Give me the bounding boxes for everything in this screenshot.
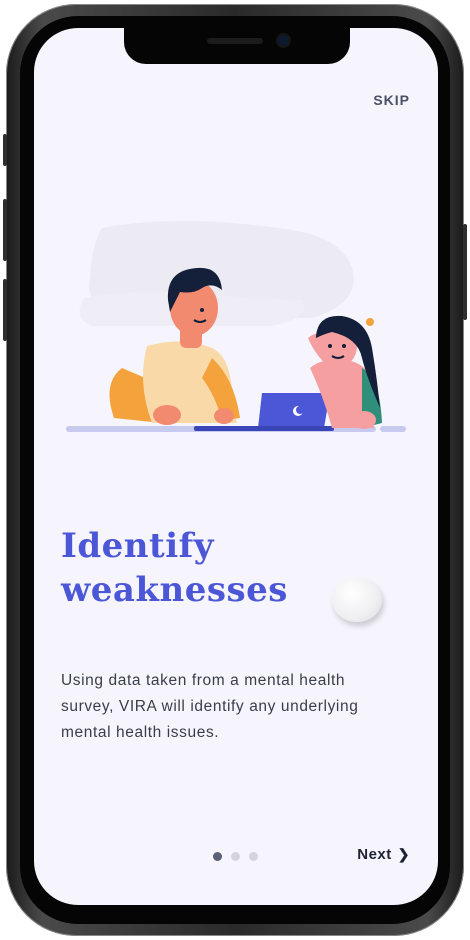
title-line-1: Identify <box>61 526 215 566</box>
next-label: Next <box>357 846 392 863</box>
speaker-grille <box>207 38 263 44</box>
notch <box>124 28 350 64</box>
onboarding-screen: SKIP Identify weaknesses Using data take… <box>34 28 438 905</box>
power-button <box>463 224 467 320</box>
decorative-bubble <box>332 578 382 622</box>
title-line-2: weaknesses <box>61 570 288 610</box>
page-dot-3[interactable] <box>249 852 258 861</box>
page-dot-1[interactable] <box>213 852 222 861</box>
next-button[interactable]: Next ❯ <box>357 846 410 863</box>
onboarding-description: Using data taken from a mental health su… <box>61 672 359 741</box>
volume-down-button <box>3 279 7 341</box>
mute-switch <box>3 134 7 166</box>
front-camera <box>278 35 289 46</box>
illustration-couple-laptop <box>66 220 406 432</box>
page-dot-2[interactable] <box>231 852 240 861</box>
pagination-dots <box>213 852 258 861</box>
skip-button[interactable]: SKIP <box>373 92 410 108</box>
onboarding-title: Identify weaknesses <box>61 524 361 612</box>
volume-up-button <box>3 199 7 261</box>
chevron-right-icon: ❯ <box>397 846 410 862</box>
